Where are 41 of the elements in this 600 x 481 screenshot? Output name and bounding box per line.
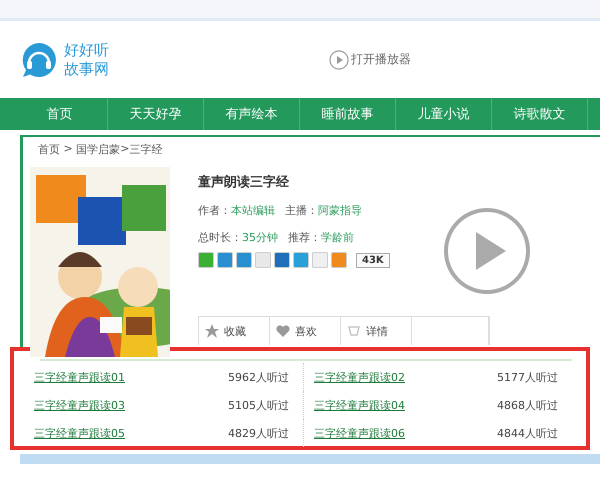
episode-link[interactable]: 三字经童声跟读05 <box>34 426 125 440</box>
play-count: 4868人听过 <box>497 398 558 412</box>
nav-item[interactable]: 诗歌散文 <box>492 98 588 130</box>
episode-link[interactable]: 三字经童声跟读04 <box>314 398 405 412</box>
episode-link[interactable]: 三字经童声跟读02 <box>314 370 405 384</box>
star-icon <box>204 323 220 339</box>
play-count: 4844人听过 <box>497 426 558 440</box>
play-count: 5105人听过 <box>228 398 289 412</box>
breadcrumb-link[interactable]: 国学启蒙 <box>76 142 120 157</box>
play-count: 5177人听过 <box>497 370 558 384</box>
heart-icon <box>275 323 292 339</box>
meta-label: 总时长： <box>198 231 242 244</box>
nav-item[interactable]: 首页 <box>12 98 108 130</box>
play-icon <box>329 50 349 70</box>
meta-link[interactable]: 阿蒙指导 <box>318 204 362 217</box>
share-count: 43K <box>356 252 390 268</box>
episode-link[interactable]: 三字经童声跟读06 <box>314 426 405 440</box>
meta-label: 作者： <box>198 204 231 217</box>
headphones-logo-icon <box>20 40 58 78</box>
logo-text: 故事网 <box>64 60 109 78</box>
breadcrumb-link[interactable]: 三字经 <box>129 142 162 157</box>
nav-item[interactable]: 睡前故事 <box>300 98 396 130</box>
nav-item[interactable]: 儿童小说 <box>396 98 492 130</box>
play-icon[interactable] <box>443 207 531 295</box>
nav-item[interactable]: 有声绘本 <box>204 98 300 130</box>
meta-link[interactable]: 35分钟 <box>242 231 278 244</box>
breadcrumb-link[interactable]: 首页 <box>38 142 60 157</box>
meta-label: 主播： <box>285 204 318 217</box>
logo-text: 好好听 <box>64 40 109 60</box>
meta-link[interactable]: 本站编辑 <box>231 204 275 217</box>
play-count: 5962人听过 <box>228 370 289 384</box>
play-count: 4829人听过 <box>228 426 289 440</box>
open-player-link[interactable]: 打开播放器 <box>329 50 411 70</box>
story-title: 童声朗读三字经 <box>198 174 290 191</box>
meta-link[interactable]: 学龄前 <box>321 231 354 244</box>
nav-item[interactable]: 天天好孕 <box>108 98 204 130</box>
episode-link[interactable]: 三字经童声跟读03 <box>34 398 125 412</box>
episode-link[interactable]: 三字经童声跟读01 <box>34 370 125 384</box>
meta-label: 推荐： <box>288 231 321 244</box>
breadcrumb-separator: > <box>120 142 130 157</box>
breadcrumb-separator: > <box>62 142 74 157</box>
